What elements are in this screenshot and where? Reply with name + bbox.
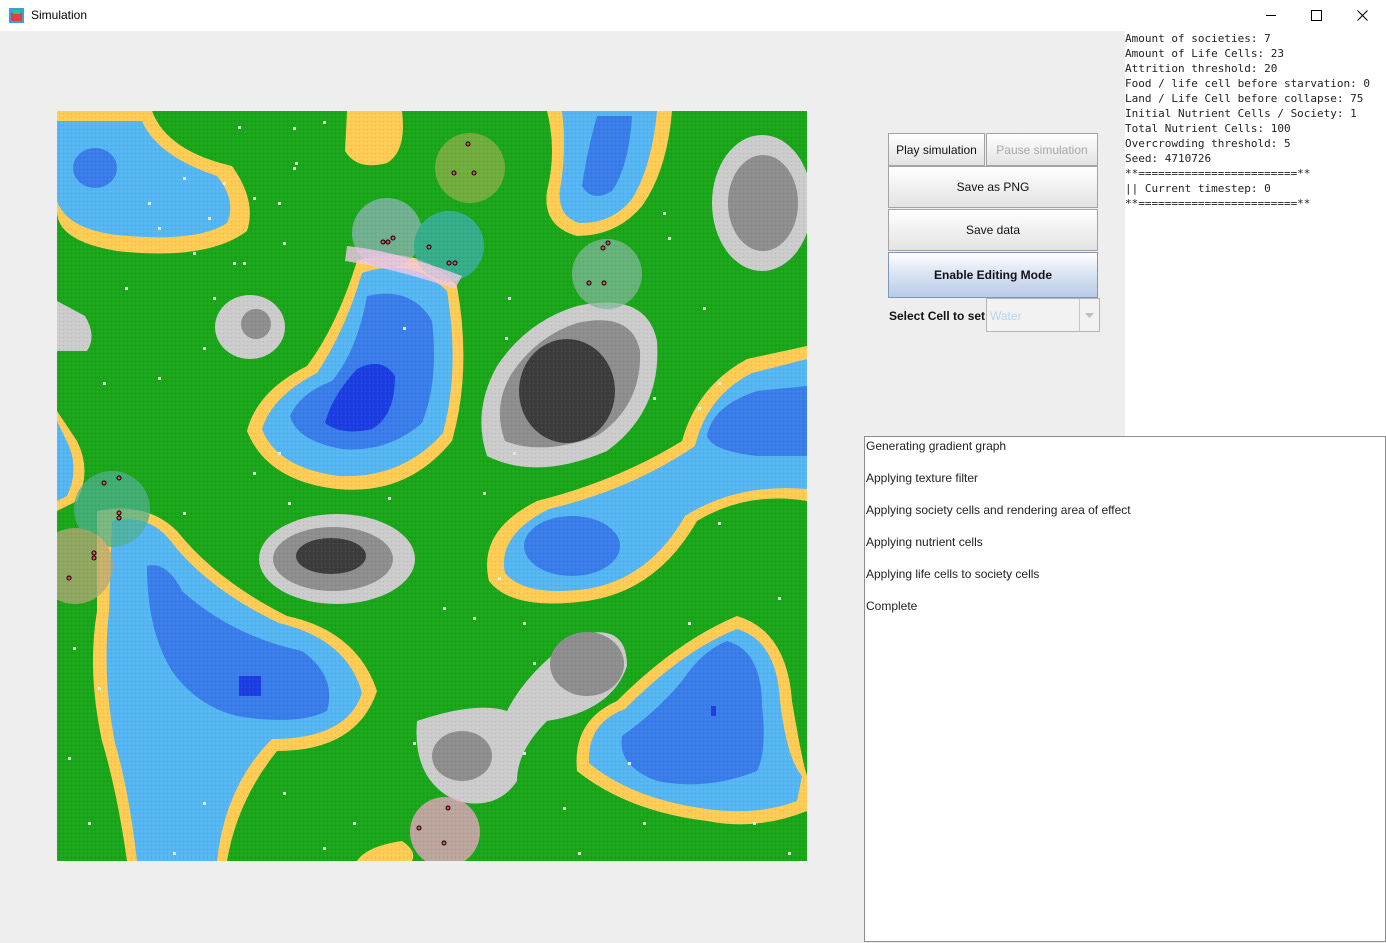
simulation-app-icon [9,8,24,23]
log-line: Applying life cells to society cells [866,567,1040,581]
play-simulation-button[interactable]: Play simulation [888,133,985,166]
enable-editing-mode-button[interactable]: Enable Editing Mode [888,252,1098,298]
save-png-button[interactable]: Save as PNG [888,166,1098,208]
close-button[interactable] [1339,0,1385,31]
current-timestep: || Current timestep: 0 [1125,182,1271,195]
progress-log-panel[interactable]: Generating gradient graph Applying textu… [864,436,1386,942]
info-line: Attrition threshold: 20 [1125,62,1278,75]
info-separator: **========================** [1125,197,1311,210]
pause-simulation-button[interactable]: Pause simulation [986,133,1098,166]
log-line: Generating gradient graph [866,439,1007,453]
info-line: Total Nutrient Cells: 100 [1125,122,1291,135]
info-line: Land / Life Cell before collapse: 75 [1125,92,1364,105]
chevron-down-icon [1085,312,1094,318]
info-line: Food / life cell before starvation: 0 [1125,77,1371,90]
window-title: Simulation [31,8,88,22]
log-line: Applying texture filter [866,471,979,485]
info-separator: **========================** [1125,167,1311,180]
minimize-icon [1265,15,1276,16]
info-line: Amount of societies: 7 [1125,32,1271,45]
log-line: Applying nutrient cells [866,535,983,549]
maximize-icon [1310,10,1322,21]
simulation-map[interactable] [57,111,807,861]
log-line: Complete [866,599,918,613]
dropdown-arrow[interactable] [1079,299,1099,331]
terrain-canvas [57,111,807,861]
select-cell-dropdown[interactable]: Water [986,298,1100,332]
save-data-button[interactable]: Save data [888,209,1098,251]
simulation-info-panel: Amount of societies: 7 Amount of Life Ce… [1125,31,1386,436]
maximize-button[interactable] [1293,0,1339,31]
log-line: Applying society cells and rendering are… [866,503,1131,517]
info-line: Overcrowding threshold: 5 [1125,137,1291,150]
info-line: Initial Nutrient Cells / Society: 1 [1125,107,1357,120]
title-bar: Simulation [0,0,1386,31]
info-line: Amount of Life Cells: 23 [1125,47,1284,60]
minimize-button[interactable] [1248,0,1294,31]
info-line: Seed: 4710726 [1125,152,1212,165]
select-cell-label: Select Cell to set: [889,309,990,323]
select-cell-value: Water [990,309,1022,323]
close-icon [1356,10,1368,21]
